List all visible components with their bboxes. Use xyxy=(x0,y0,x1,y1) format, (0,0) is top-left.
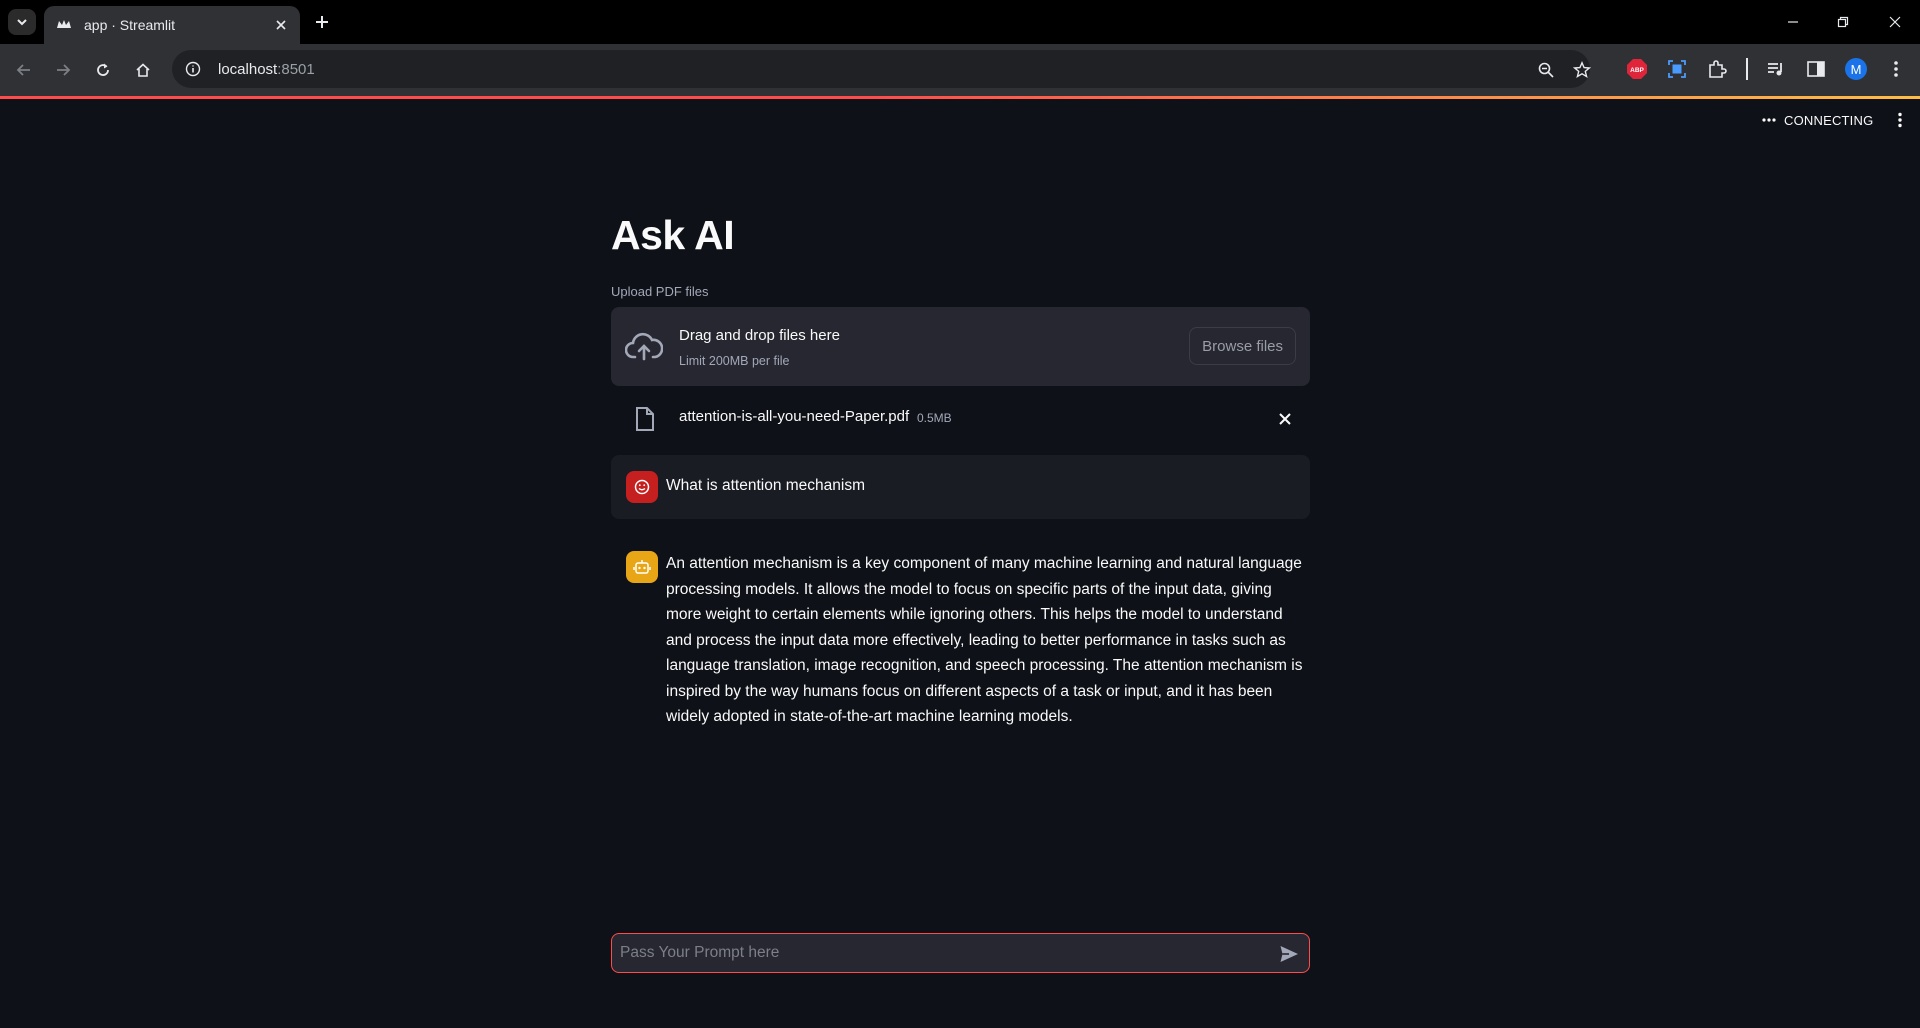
chat-message-user: What is attention mechanism xyxy=(611,455,1310,519)
chevron-down-icon xyxy=(17,19,27,26)
more-dots-icon xyxy=(1762,118,1776,122)
profile-initial: M xyxy=(1845,58,1867,80)
minimize-button[interactable] xyxy=(1770,0,1816,44)
browse-files-button[interactable]: Browse files xyxy=(1189,327,1296,365)
streamlit-decoration-bar xyxy=(0,96,1920,99)
status-text: CONNECTING xyxy=(1784,112,1874,128)
streamlit-crown-icon xyxy=(57,20,71,28)
window-close-button[interactable] xyxy=(1872,0,1918,44)
assistant-avatar xyxy=(626,551,658,583)
robot-icon xyxy=(633,560,651,574)
user-message-text: What is attention mechanism xyxy=(666,477,866,494)
smiley-icon xyxy=(634,479,650,495)
url-port: :8501 xyxy=(277,60,315,78)
tab-close-button[interactable] xyxy=(272,16,290,34)
restore-button[interactable] xyxy=(1820,0,1866,44)
file-dropzone[interactable]: Drag and drop files here Limit 200MB per… xyxy=(611,307,1310,386)
arrow-right-icon xyxy=(57,64,71,76)
browser-tab[interactable]: app · Streamlit xyxy=(44,6,300,44)
dropzone-instructions: Drag and drop files here xyxy=(679,327,840,344)
uploaded-file: attention-is-all-you-need-Paper.pdf 0.5M… xyxy=(611,400,1310,436)
browser-menu-icon[interactable] xyxy=(1884,57,1908,81)
new-tab-button[interactable] xyxy=(308,10,336,34)
address-bar[interactable]: localhost:8501 xyxy=(172,50,1592,88)
send-button[interactable] xyxy=(1277,942,1301,966)
tab-title: app · Streamlit xyxy=(84,17,176,33)
reload-icon xyxy=(97,63,109,76)
close-icon xyxy=(276,20,286,30)
reload-button[interactable] xyxy=(89,56,117,84)
send-icon xyxy=(1280,946,1298,962)
tab-search-button[interactable] xyxy=(8,9,36,35)
assistant-message-text: An attention mechanism is a key componen… xyxy=(666,555,1303,725)
profile-avatar[interactable]: M xyxy=(1844,57,1868,81)
zoom-icon[interactable] xyxy=(1536,60,1556,80)
chat-input[interactable] xyxy=(620,934,1260,972)
minimize-icon xyxy=(1788,21,1798,23)
uploaded-file-name: attention-is-all-you-need-Paper.pdf xyxy=(679,408,910,425)
restore-icon xyxy=(1837,16,1849,28)
file-uploader-label: Upload PDF files xyxy=(611,284,709,299)
app-main-menu-button[interactable] xyxy=(1888,108,1912,132)
media-controls-icon[interactable] xyxy=(1764,57,1788,81)
side-panel-icon[interactable] xyxy=(1804,57,1828,81)
url-host: localhost xyxy=(218,60,278,78)
abp-label: ABP xyxy=(1630,67,1644,74)
user-avatar xyxy=(626,471,658,503)
site-info-icon[interactable] xyxy=(184,60,202,78)
home-icon xyxy=(136,63,150,77)
dropzone-limit: Limit 200MB per file xyxy=(679,354,790,368)
page-title: Ask AI xyxy=(611,212,735,258)
chat-input-container xyxy=(611,933,1310,973)
bookmark-star-icon[interactable] xyxy=(1572,60,1592,80)
forward-button[interactable] xyxy=(49,56,77,84)
back-button[interactable] xyxy=(10,56,38,84)
remove-file-button[interactable] xyxy=(1274,408,1296,430)
uploaded-file-size: 0.5MB xyxy=(917,411,952,425)
file-icon xyxy=(633,406,657,432)
screen-capture-icon[interactable] xyxy=(1665,57,1689,81)
close-icon xyxy=(1889,16,1901,28)
connection-status: CONNECTING xyxy=(1762,110,1873,130)
browser-tab-bar: app · Streamlit xyxy=(0,0,1920,44)
home-button[interactable] xyxy=(129,56,157,84)
toolbar-divider xyxy=(1746,58,1748,80)
adblock-plus-icon[interactable]: ABP xyxy=(1625,57,1649,81)
kebab-menu-icon xyxy=(1898,112,1902,128)
arrow-left-icon xyxy=(16,64,30,76)
cloud-upload-icon xyxy=(625,328,663,366)
close-icon xyxy=(1279,413,1291,425)
extensions-puzzle-icon[interactable] xyxy=(1705,57,1729,81)
plus-icon xyxy=(316,16,328,28)
